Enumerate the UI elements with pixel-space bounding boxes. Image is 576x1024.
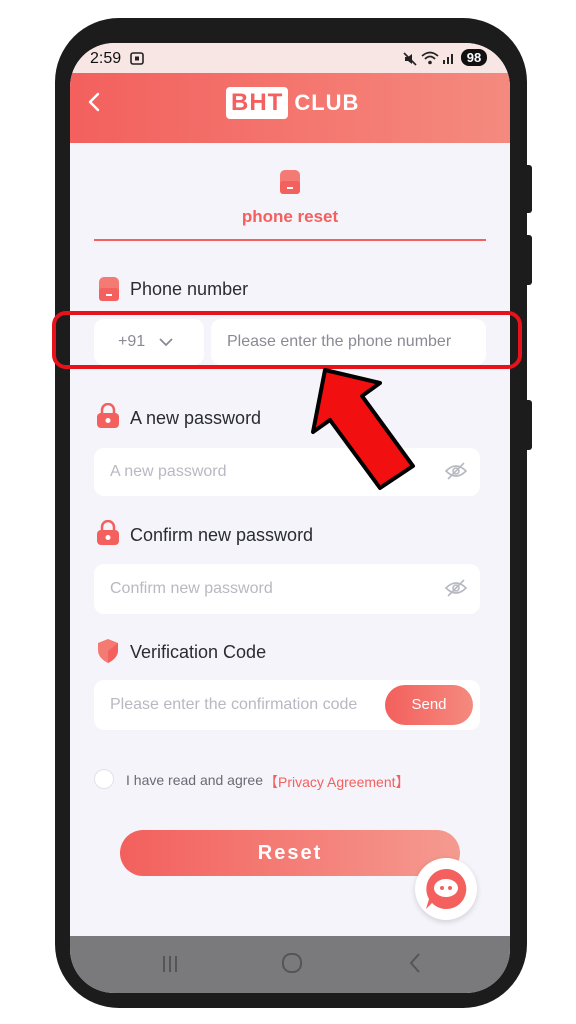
red-arrow (311, 368, 415, 490)
